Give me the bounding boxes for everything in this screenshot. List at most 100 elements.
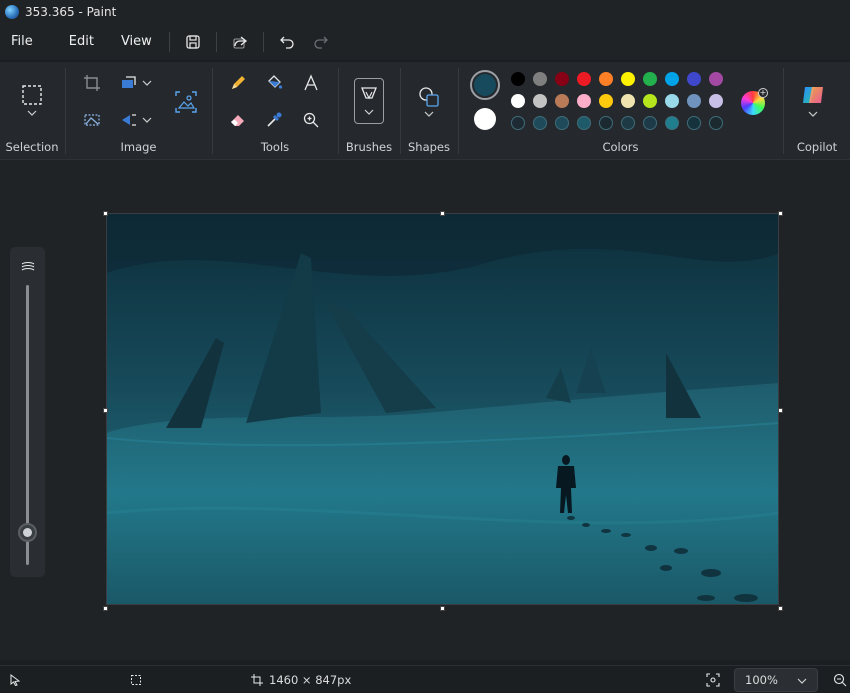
colors-label: Colors xyxy=(602,140,639,154)
resize-handle-top-left[interactable] xyxy=(103,211,108,216)
shapes-label: Shapes xyxy=(407,140,450,154)
eraser-icon xyxy=(231,115,244,126)
copilot-dropdown[interactable] xyxy=(800,108,826,120)
undo-button[interactable] xyxy=(270,27,304,57)
menu-separator xyxy=(215,32,217,52)
selection-dropdown[interactable] xyxy=(19,106,45,120)
zoom-slider[interactable] xyxy=(10,247,45,577)
brushes-label: Brushes xyxy=(345,140,393,154)
color-swatch[interactable] xyxy=(577,94,591,108)
color-swatch[interactable] xyxy=(511,72,525,86)
image-creator-icon xyxy=(175,91,197,113)
image-background-button[interactable] xyxy=(79,107,105,133)
zoom-dropdown[interactable]: 100% xyxy=(734,668,818,692)
resize-handle-top-right[interactable] xyxy=(778,211,783,216)
color-swatch[interactable] xyxy=(555,94,569,108)
resize-dropdown[interactable] xyxy=(140,70,154,96)
tools-group: Tools xyxy=(213,62,337,160)
resize-handle-bottom-right[interactable] xyxy=(778,606,783,611)
cursor-position-icon xyxy=(10,674,21,686)
zoom-out-icon[interactable] xyxy=(833,673,847,687)
slider-thumb[interactable] xyxy=(18,523,37,542)
save-button[interactable] xyxy=(176,27,210,57)
color-swatch[interactable] xyxy=(643,72,657,86)
text-button[interactable] xyxy=(298,70,324,96)
color-swatch[interactable] xyxy=(687,94,701,108)
color-swatch[interactable] xyxy=(709,94,723,108)
fill-button[interactable] xyxy=(261,70,287,96)
brushes-button[interactable] xyxy=(354,78,384,124)
shapes-button[interactable] xyxy=(416,84,442,110)
color-swatch[interactable] xyxy=(643,94,657,108)
image-creator-button[interactable] xyxy=(172,88,200,116)
selection-label: Selection xyxy=(5,140,59,154)
canvas-size-icon xyxy=(251,674,263,686)
menu-file[interactable]: File xyxy=(0,27,44,57)
color-swatch[interactable] xyxy=(665,72,679,86)
status-bar: 1460 × 847px 100% xyxy=(0,665,850,693)
color-swatch[interactable] xyxy=(643,116,657,130)
brushes-group: Brushes xyxy=(339,62,399,160)
resize-handle-top[interactable] xyxy=(440,211,445,216)
resize-handle-bottom[interactable] xyxy=(440,606,445,611)
pencil-icon xyxy=(232,76,245,89)
fit-to-window-icon[interactable] xyxy=(706,673,720,687)
flip-button[interactable] xyxy=(116,107,142,133)
undo-icon xyxy=(279,36,294,49)
eraser-button[interactable] xyxy=(225,107,251,133)
share-button[interactable] xyxy=(223,27,257,57)
canvas-border xyxy=(106,213,779,605)
resize-handle-right[interactable] xyxy=(778,408,783,413)
resize-handle-left[interactable] xyxy=(103,408,108,413)
copilot-icon xyxy=(803,87,823,103)
color-swatch[interactable] xyxy=(555,116,569,130)
color-swatch[interactable] xyxy=(555,72,569,86)
chevron-down-icon xyxy=(424,111,434,117)
color-swatch[interactable] xyxy=(511,116,525,130)
color-picker-button[interactable] xyxy=(261,107,287,133)
color-swatch[interactable] xyxy=(511,94,525,108)
flip-dropdown[interactable] xyxy=(140,107,154,133)
chevron-down-icon xyxy=(808,111,818,117)
magnifier-button[interactable] xyxy=(298,107,324,133)
menu-view[interactable]: View xyxy=(110,27,163,57)
window-title: 353.365 - Paint xyxy=(25,5,117,19)
color-swatch[interactable] xyxy=(665,116,679,130)
color-swatch[interactable] xyxy=(599,72,613,86)
color-swatch[interactable] xyxy=(621,94,635,108)
color-swatch[interactable] xyxy=(599,94,613,108)
color-swatch[interactable] xyxy=(709,116,723,130)
edit-colors-button[interactable]: + xyxy=(741,88,768,115)
color-swatch[interactable] xyxy=(687,72,701,86)
redo-icon xyxy=(314,36,328,49)
resize-button[interactable] xyxy=(116,70,142,96)
background-remove-icon xyxy=(84,114,100,126)
brush-icon xyxy=(361,87,377,115)
rainbow-wheel-icon: + xyxy=(758,88,768,98)
color-swatch[interactable] xyxy=(621,116,635,130)
canvas-area[interactable] xyxy=(0,160,850,660)
color-swatch[interactable] xyxy=(577,116,591,130)
brush-size-icon xyxy=(21,261,35,271)
magnifier-icon xyxy=(303,112,319,128)
crop-button[interactable] xyxy=(79,70,105,96)
color-swatch[interactable] xyxy=(665,94,679,108)
menu-edit[interactable]: Edit xyxy=(58,27,105,57)
title-bar: 353.365 - Paint xyxy=(0,0,850,24)
redo-button[interactable] xyxy=(304,27,338,57)
color-swatch[interactable] xyxy=(599,116,613,130)
pencil-button[interactable] xyxy=(225,70,251,96)
color-swatch[interactable] xyxy=(533,116,547,130)
color-swatch[interactable] xyxy=(687,116,701,130)
copilot-button[interactable] xyxy=(800,82,826,108)
shapes-dropdown[interactable] xyxy=(416,108,442,120)
color-swatch[interactable] xyxy=(709,72,723,86)
selection-button[interactable] xyxy=(19,82,45,108)
color-swatch[interactable] xyxy=(621,72,635,86)
color-swatch[interactable] xyxy=(533,72,547,86)
ribbon-toolbar: Selection Image Tools Brushes Shapes + C… xyxy=(0,62,850,160)
shapes-group: Shapes xyxy=(401,62,457,160)
resize-handle-bottom-left[interactable] xyxy=(103,606,108,611)
color-swatch[interactable] xyxy=(533,94,547,108)
color-swatch[interactable] xyxy=(577,72,591,86)
